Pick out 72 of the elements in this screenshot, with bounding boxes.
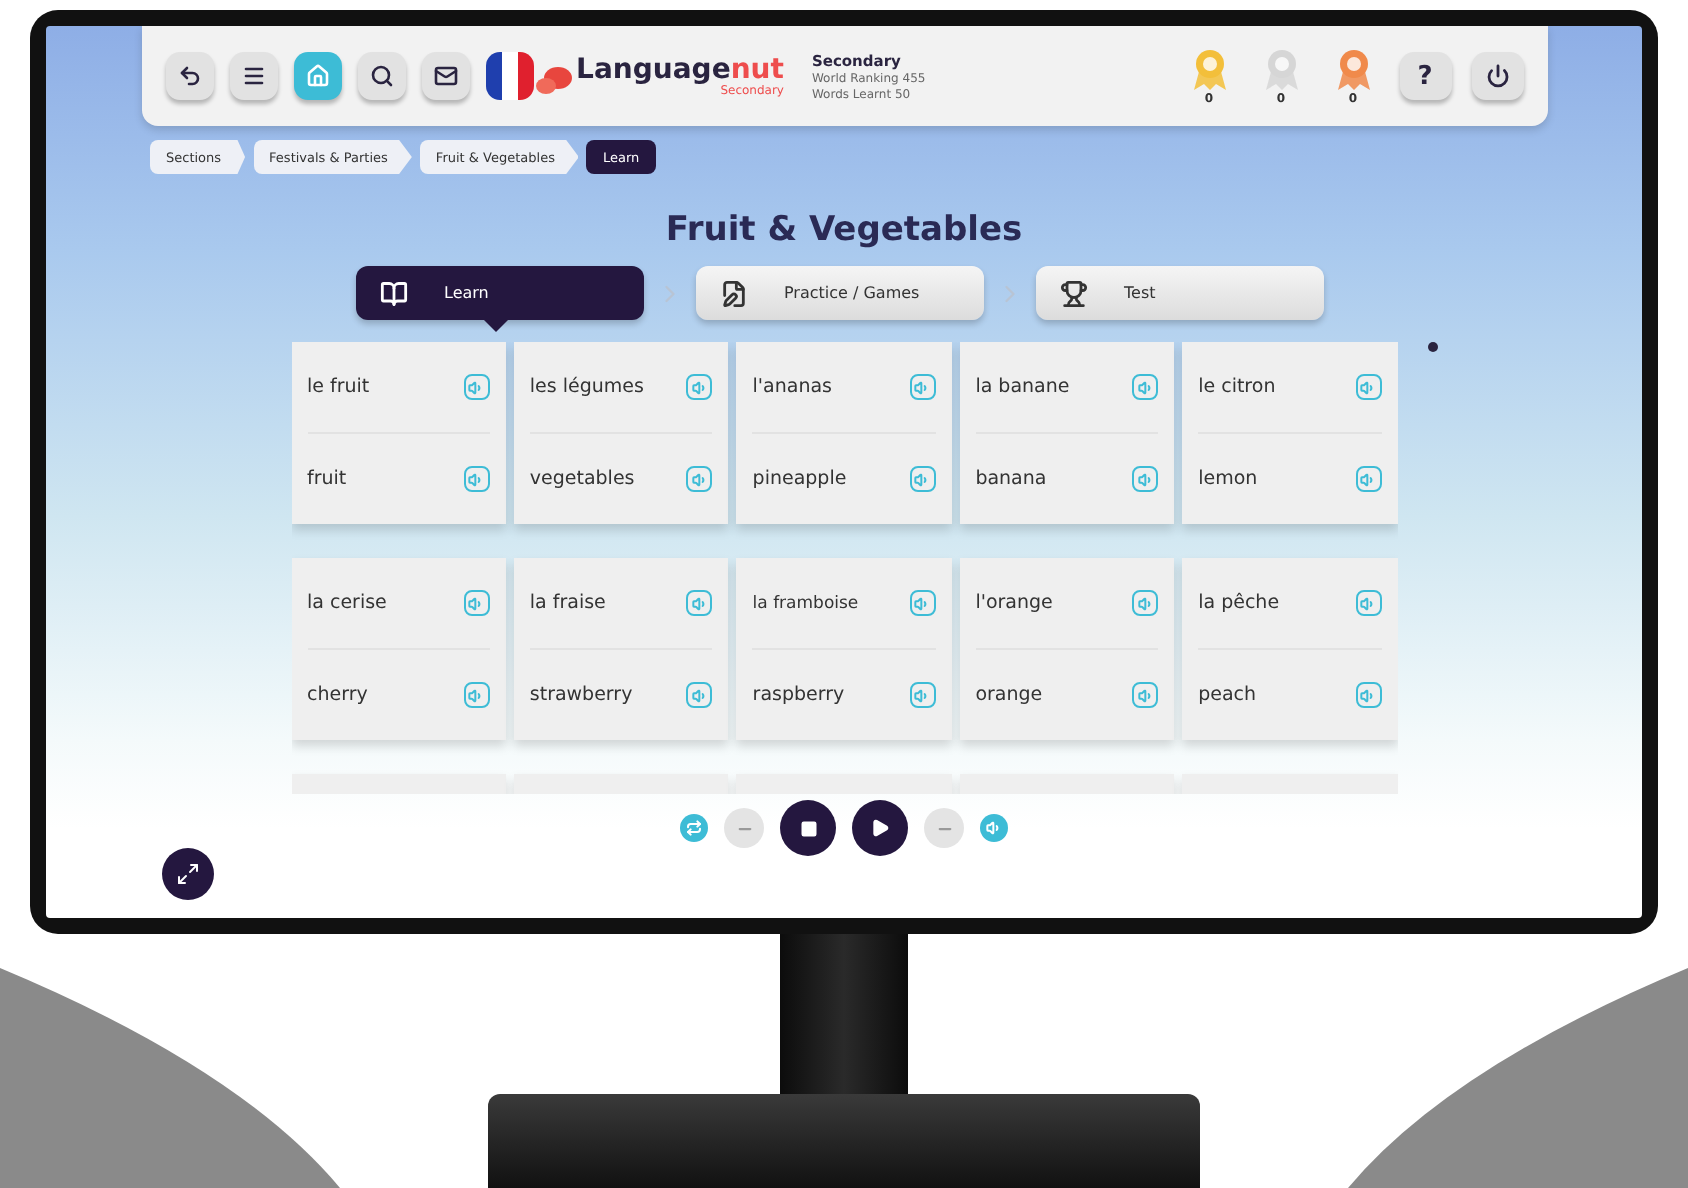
french-word: la cerise — [307, 592, 387, 614]
search-button[interactable] — [357, 52, 405, 100]
volume-button[interactable] — [980, 814, 1008, 842]
play-button[interactable] — [852, 800, 908, 856]
speaker-icon[interactable] — [1355, 466, 1381, 492]
english-word: lemon — [1198, 468, 1258, 490]
speaker-icon[interactable] — [463, 682, 490, 708]
english-word: peach — [1198, 684, 1257, 706]
stop-button[interactable] — [780, 800, 836, 856]
french-word: la fraise — [529, 592, 606, 614]
speaker-icon[interactable] — [463, 374, 490, 400]
back-icon — [177, 64, 201, 88]
speech-bubbles-icon — [536, 65, 573, 97]
speaker-icon[interactable] — [1355, 374, 1381, 400]
french-word: le citron — [1198, 376, 1276, 398]
french-word: les légumes — [529, 376, 644, 398]
speaker-icon[interactable] — [686, 590, 713, 616]
speaker-icon[interactable] — [1132, 466, 1159, 492]
speaker-icon[interactable] — [1355, 590, 1381, 616]
speaker-icon[interactable] — [909, 374, 936, 400]
home-icon — [305, 64, 329, 88]
speaker-icon[interactable] — [909, 590, 936, 616]
speaker-icon[interactable] — [1132, 590, 1159, 616]
speaker-icon[interactable] — [686, 682, 713, 708]
english-word: pineapple — [752, 468, 847, 490]
search-icon — [369, 64, 393, 88]
power-icon — [1485, 64, 1509, 88]
speaker-icon[interactable] — [909, 466, 936, 492]
english-word: vegetables — [529, 468, 635, 490]
page-title: Fruit & Vegetables — [665, 210, 1023, 250]
mail-icon — [433, 64, 457, 88]
menu-icon — [241, 64, 265, 88]
french-word: l'ananas — [752, 376, 833, 398]
speaker-icon — [986, 820, 1002, 836]
scroll-thumb[interactable] — [1428, 342, 1438, 352]
flag-icon[interactable] — [485, 52, 533, 100]
play-icon — [870, 818, 890, 838]
faster-button[interactable] — [924, 808, 964, 848]
english-word: raspberry — [752, 684, 845, 706]
repeat-icon — [686, 820, 702, 836]
french-word: la framboise — [752, 593, 859, 613]
french-word: l'orange — [975, 592, 1053, 614]
speaker-icon[interactable] — [686, 466, 713, 492]
english-word: strawberry — [529, 684, 633, 706]
french-word: la banane — [975, 376, 1070, 398]
home-button[interactable] — [293, 52, 341, 100]
english-word: fruit — [307, 468, 347, 490]
english-word: cherry — [307, 684, 368, 706]
expand-icon — [176, 862, 200, 886]
step-tab[interactable]: Test — [1036, 266, 1324, 320]
expand-button[interactable] — [162, 848, 214, 900]
speaker-icon[interactable] — [1132, 374, 1159, 400]
stop-icon — [799, 819, 817, 837]
speaker-icon[interactable] — [1132, 682, 1159, 708]
english-word: orange — [975, 684, 1043, 706]
speaker-icon[interactable] — [686, 374, 713, 400]
speaker-icon[interactable] — [1355, 682, 1381, 708]
menu-button[interactable] — [229, 52, 277, 100]
logo-wordmark: Languagenut — [576, 55, 784, 83]
speaker-icon[interactable] — [463, 590, 490, 616]
step-tab[interactable]: Practice / Games — [696, 266, 984, 320]
repeat-button[interactable] — [680, 814, 708, 842]
power-button[interactable] — [1471, 52, 1523, 100]
help-button[interactable]: ? — [1399, 52, 1451, 100]
speaker-icon[interactable] — [463, 466, 490, 492]
back-button[interactable] — [165, 52, 213, 100]
speaker-icon[interactable] — [909, 682, 936, 708]
slower-button[interactable] — [724, 808, 764, 848]
english-word: banana — [975, 468, 1047, 490]
mail-button[interactable] — [421, 52, 469, 100]
french-word: la pêche — [1198, 592, 1280, 614]
french-word: le fruit — [307, 376, 370, 398]
